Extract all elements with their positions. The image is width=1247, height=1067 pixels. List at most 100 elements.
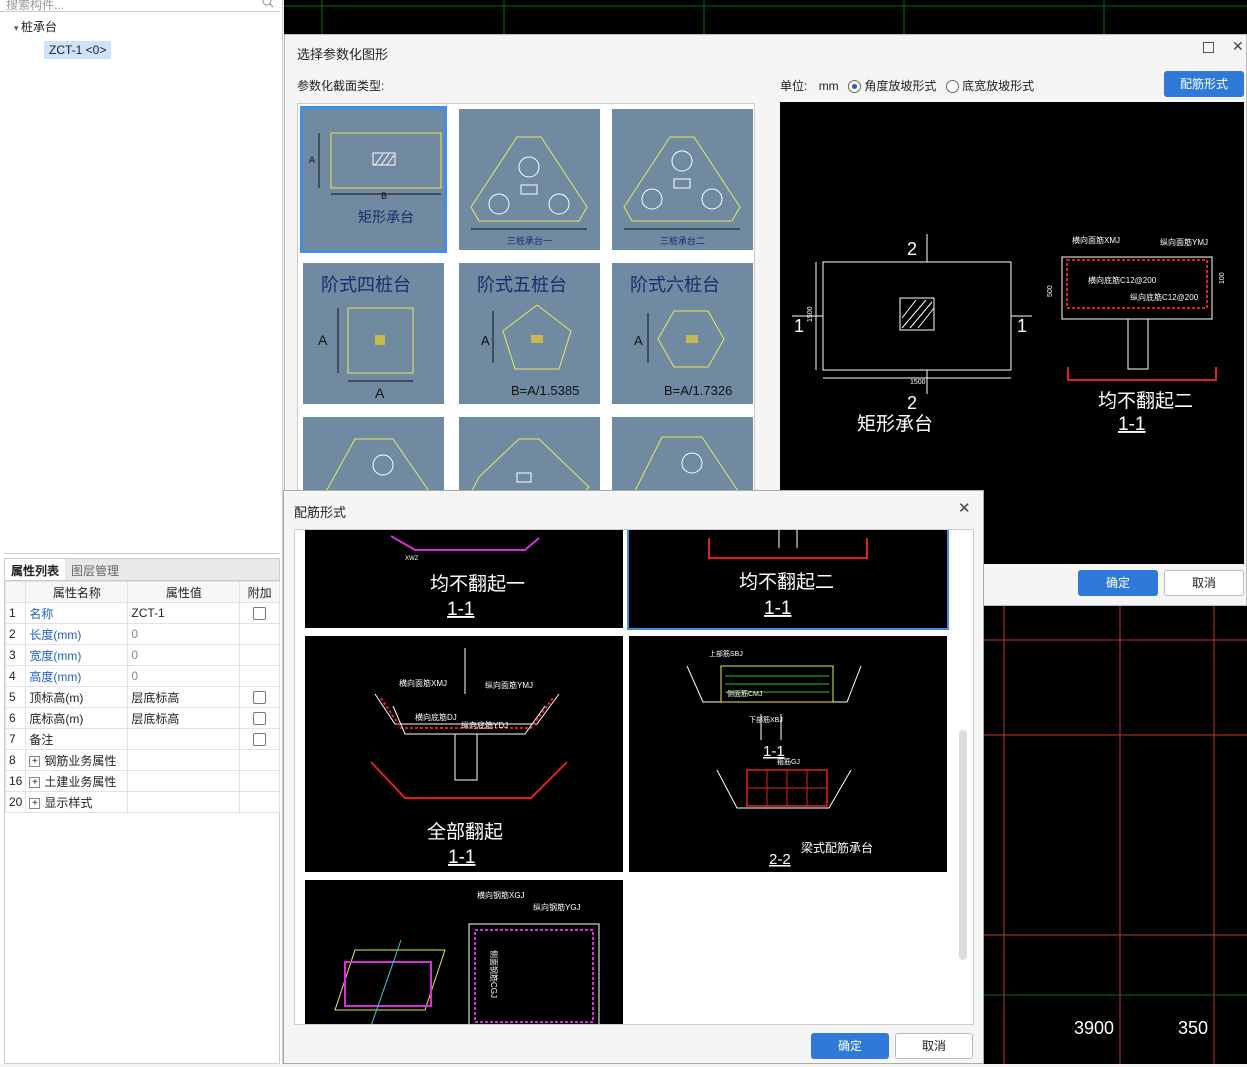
dialog-title: 选择参数化图形 (297, 47, 389, 62)
svg-text:1-1: 1-1 (764, 598, 791, 619)
svg-text:XWZ: XWZ (405, 556, 419, 562)
close-icon[interactable]: ✕ (1232, 38, 1244, 55)
thumb-step-four-pile[interactable]: 阶式四桩台 A A (303, 263, 444, 404)
svg-text:1-1: 1-1 (763, 743, 785, 760)
rebar-form-button[interactable]: 配筋形式 (1164, 71, 1244, 97)
svg-text:上部筋SBJ: 上部筋SBJ (709, 649, 743, 658)
checkbox[interactable] (253, 733, 267, 747)
card-all-bend[interactable]: 横向面筋XMJ 纵向面筋YMJ 横向底筋DJ 纵向底筋YDJ 全部翻起 1-1 (305, 636, 623, 872)
tab-property-list[interactable]: 属性列表 (5, 559, 66, 580)
svg-text:纵向底筋YDJ: 纵向底筋YDJ (461, 720, 508, 730)
scrollbar[interactable] (959, 730, 967, 960)
radio-width-slope[interactable] (945, 80, 959, 94)
unit-value: mm (818, 79, 839, 93)
svg-text:1: 1 (1017, 316, 1027, 336)
svg-text:1-1: 1-1 (1118, 414, 1145, 435)
rebar-form-gallery: XWZ 均不翻起一 1-1 均不翻起二 1-1 横向面筋XMJ 纵向面筋YMJ … (294, 529, 974, 1025)
svg-text:2: 2 (907, 393, 917, 413)
section-mark: 2 (907, 239, 917, 259)
svg-text:B=A/1.7326: B=A/1.7326 (664, 383, 732, 398)
svg-text:1-1: 1-1 (448, 847, 475, 868)
svg-text:梁式配筋承台: 梁式配筋承台 (801, 840, 873, 855)
table-row[interactable]: 5 顶标高(m) 层底标高 (4, 686, 280, 708)
checkbox[interactable] (253, 691, 267, 705)
thumb-shape[interactable] (459, 417, 600, 494)
expand-icon[interactable]: + (29, 797, 41, 809)
table-row[interactable]: 6 底标高(m) 层底标高 (4, 707, 280, 729)
search-box[interactable]: 搜索构件... (0, 0, 280, 12)
svg-text:2-2: 2-2 (769, 851, 791, 868)
thumb-shape[interactable] (303, 417, 444, 494)
svg-text:均不翻起一: 均不翻起一 (430, 573, 525, 595)
search-icon[interactable] (262, 0, 274, 8)
svg-text:A: A (309, 155, 315, 165)
svg-text:三桩承台一: 三桩承台一 (507, 235, 552, 246)
svg-text:1500: 1500 (910, 379, 926, 386)
column-header: 附加 (239, 581, 280, 603)
thumb-three-pile-2[interactable]: 三桩承台二 (612, 109, 753, 250)
dim-label: 3900 (1074, 1018, 1115, 1038)
svg-text:B: B (381, 191, 387, 201)
thumb-rect-cap[interactable]: B A 矩形承台 (300, 106, 447, 253)
expand-icon[interactable]: + (29, 776, 41, 788)
svg-text:均不翻起二: 均不翻起二 (739, 571, 834, 593)
table-row[interactable]: 16 + 土建业务属性 (4, 770, 280, 792)
table-row[interactable]: 20 + 显示样式 (4, 791, 280, 813)
expand-icon[interactable]: ▾ (14, 23, 21, 33)
svg-text:侧面钢筋CGJ: 侧面钢筋CGJ (489, 950, 499, 998)
shape-thumbnail-grid: B A 矩形承台 三桩承台一 三桩承台二 阶式四桩台 A A 阶式五桩台 A B… (297, 103, 755, 495)
tree-label: 桩承台 (21, 20, 58, 34)
table-row[interactable]: 8 + 钢筋业务属性 (4, 749, 280, 771)
table-row[interactable]: 2 长度(mm) 0 (4, 623, 280, 645)
preview-title: 矩形承台 (857, 413, 933, 435)
thumb-step-six-pile[interactable]: 阶式六桩台 A B=A/1.7326 (612, 263, 753, 404)
svg-text:全部翻起: 全部翻起 (427, 821, 503, 843)
checkbox[interactable] (253, 712, 267, 726)
svg-text:纵向底筋C12@200: 纵向底筋C12@200 (1130, 292, 1199, 302)
card-no-bend-2[interactable]: 均不翻起二 1-1 (627, 530, 949, 630)
dialog-title: 配筋形式 (294, 505, 347, 520)
svg-text:B=A/1.5385: B=A/1.5385 (511, 383, 579, 398)
radio-angle-slope[interactable] (848, 80, 862, 94)
expand-icon[interactable]: + (29, 755, 41, 767)
svg-text:侧面筋CMJ: 侧面筋CMJ (727, 689, 762, 698)
table-row[interactable]: 1 名称 ZCT-1 (4, 602, 280, 624)
search-input[interactable]: 搜索构件... (6, 0, 64, 11)
svg-text:横向底筋C12@200: 横向底筋C12@200 (1088, 275, 1157, 285)
maximize-icon[interactable] (1203, 42, 1214, 53)
cancel-button[interactable]: 取消 (1164, 570, 1244, 596)
checkbox[interactable] (253, 607, 267, 621)
card-no-bend-1[interactable]: XWZ 均不翻起一 1-1 (305, 530, 623, 628)
radio-label: 底宽放坡形式 (962, 79, 1035, 93)
svg-text:纵向面筋YMJ: 纵向面筋YMJ (485, 680, 533, 690)
tree-node-selected[interactable]: ZCT-1 <0> (44, 41, 112, 59)
close-icon[interactable]: ✕ (958, 499, 971, 517)
preview-right-title: 均不翻起二 (1098, 390, 1193, 412)
tab-layer-management[interactable]: 图层管理 (65, 559, 125, 580)
dim-label: 350 (1178, 1018, 1209, 1038)
rebar-form-dialog: 配筋形式 ✕ XWZ 均不翻起一 1-1 均不翻起二 1-1 横向面筋XMJ 纵… (283, 490, 984, 1064)
tree-node-root[interactable]: ▾ 桩承台 (14, 18, 57, 35)
thumb-shape[interactable] (612, 417, 753, 494)
thumb-step-five-pile[interactable]: 阶式五桩台 A B=A/1.5385 (459, 263, 600, 404)
ok-button[interactable]: 确定 (1078, 570, 1158, 596)
svg-text:纵向面筋YMJ: 纵向面筋YMJ (1160, 237, 1208, 247)
svg-text:横向面筋XMJ: 横向面筋XMJ (1072, 235, 1120, 245)
card-beam-cap[interactable]: 上部筋SBJ 侧面筋CMJ 下部筋XBJ 1-1 箍筋GJ 2-2 梁式配筋承台 (629, 636, 947, 872)
svg-text:1500: 1500 (807, 306, 814, 322)
table-row[interactable]: 7 备注 (4, 728, 280, 750)
svg-text:阶式六桩台: 阶式六桩台 (630, 275, 720, 295)
svg-text:500: 500 (1047, 285, 1054, 297)
svg-text:100: 100 (1219, 272, 1226, 284)
svg-text:阶式四桩台: 阶式四桩台 (321, 275, 411, 295)
svg-text:A: A (318, 332, 328, 348)
cancel-button[interactable]: 取消 (895, 1033, 973, 1059)
svg-text:阶式五桩台: 阶式五桩台 (477, 275, 567, 295)
svg-text:横向底筋DJ: 横向底筋DJ (415, 712, 457, 722)
thumb-three-pile-1[interactable]: 三桩承台一 (459, 109, 600, 250)
table-row[interactable]: 4 高度(mm) 0 (4, 665, 280, 687)
left-panel: 搜索构件... ▾ 桩承台 ZCT-1 <0> ✕ 属性列表 图层管理 属性名称… (0, 0, 283, 1064)
table-row[interactable]: 3 宽度(mm) 0 (4, 644, 280, 666)
card-cylinder-cap[interactable]: 横向钢筋XGJ 纵向钢筋YGJ 侧面钢筋CGJ (305, 880, 623, 1024)
ok-button[interactable]: 确定 (811, 1033, 889, 1059)
